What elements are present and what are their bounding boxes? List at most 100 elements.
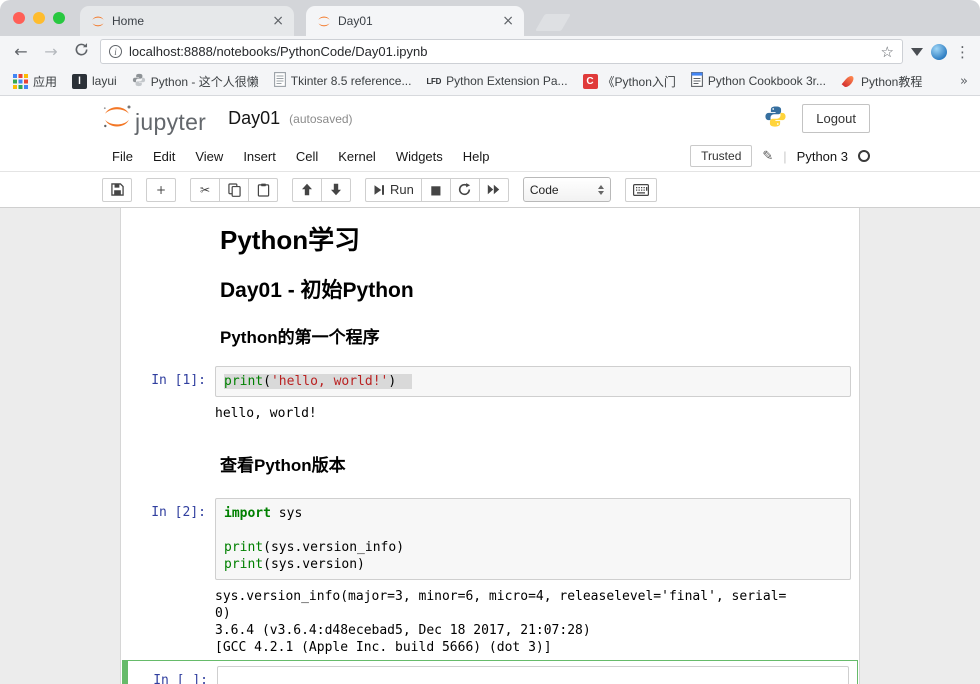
bookmark-tkinter[interactable]: Tkinter 8.5 reference... xyxy=(274,72,412,90)
code-token: ) xyxy=(388,374,396,389)
paste-cell-button[interactable] xyxy=(248,178,278,202)
menu-widgets[interactable]: Widgets xyxy=(386,144,453,169)
blank-code-line xyxy=(224,522,842,539)
keyboard-icon xyxy=(633,184,649,196)
forward-icon[interactable]: → xyxy=(40,44,62,60)
code-token: ( xyxy=(263,374,271,389)
bookmark-python-intro[interactable]: C 《Python入门 xyxy=(583,73,676,90)
save-button[interactable] xyxy=(102,178,132,202)
add-cell-button[interactable]: + xyxy=(146,178,176,202)
feather-icon xyxy=(842,74,856,88)
browser-menu-icon[interactable]: ⋮ xyxy=(955,43,970,61)
url-input[interactable]: i localhost:8888/notebooks/PythonCode/Da… xyxy=(100,39,903,64)
copy-cell-button[interactable] xyxy=(219,178,249,202)
tab-title: Day01 xyxy=(338,14,495,28)
copy-icon xyxy=(228,183,241,197)
bookmark-label: Python - 这个人很懒 xyxy=(151,73,259,90)
new-tab-button[interactable] xyxy=(535,14,571,31)
close-tab-icon[interactable]: × xyxy=(272,14,284,28)
bookmark-label: 应用 xyxy=(33,73,57,90)
run-label: Run xyxy=(390,182,414,197)
close-window-button[interactable] xyxy=(13,12,25,24)
menu-kernel[interactable]: Kernel xyxy=(328,144,386,169)
code-input[interactable] xyxy=(217,666,849,684)
cell-output: hello, world! xyxy=(215,397,851,422)
jupyter-logo[interactable]: jupyter xyxy=(102,103,206,135)
tab-title: Home xyxy=(112,14,265,28)
kernel-idle-icon xyxy=(858,150,870,162)
code-cell-2: In [2]: import sys print(sys.version_inf… xyxy=(121,498,859,656)
code-cell-3-selected[interactable]: In [ ]: xyxy=(122,660,858,684)
output-prompt xyxy=(121,580,215,587)
edit-mode-indicator-bar xyxy=(123,661,128,684)
notebook-toolbar: + ✂ Run ■ xyxy=(0,172,980,208)
bookmark-label: Python教程 xyxy=(861,73,922,90)
interrupt-kernel-button[interactable]: ■ xyxy=(421,178,451,202)
tab-home[interactable]: Home × xyxy=(80,6,294,36)
bookmark-python-blog[interactable]: Python - 这个人很懒 xyxy=(132,73,259,90)
page-info-icon[interactable]: i xyxy=(109,45,122,58)
bookmarks-overflow-icon[interactable]: » xyxy=(960,74,968,89)
close-tab-icon[interactable]: × xyxy=(502,14,514,28)
restart-run-all-button[interactable] xyxy=(479,178,509,202)
browser-extension-icon[interactable] xyxy=(931,44,947,60)
code-input[interactable]: print('hello, world!') xyxy=(215,366,851,397)
menu-edit[interactable]: Edit xyxy=(143,144,185,169)
python-gray-icon xyxy=(132,73,146,90)
bookmark-apps[interactable]: 应用 xyxy=(12,73,57,90)
menu-view[interactable]: View xyxy=(185,144,233,169)
tab-day01[interactable]: Day01 × xyxy=(306,6,524,36)
c-site-icon: C xyxy=(583,74,598,89)
separator: | xyxy=(783,149,786,164)
move-cell-up-button[interactable] xyxy=(292,178,322,202)
reload-icon[interactable] xyxy=(70,42,92,61)
output-text: sys.version_info(major=3, minor=6, micro… xyxy=(215,588,851,605)
markdown-cell: 查看Python版本 xyxy=(121,455,859,477)
bookmark-star-icon[interactable]: ☆ xyxy=(881,43,894,61)
restart-kernel-button[interactable] xyxy=(450,178,480,202)
download-extension-icon[interactable] xyxy=(911,48,923,56)
bookmark-layui[interactable]: l layui xyxy=(72,74,117,89)
command-palette-button[interactable] xyxy=(625,178,657,202)
menu-file[interactable]: File xyxy=(102,144,143,169)
book-icon xyxy=(691,72,703,90)
python-logo-icon xyxy=(764,105,787,133)
jupyter-header: jupyter Day01 (autosaved) Logout xyxy=(0,96,980,141)
input-prompt: In [ ]: xyxy=(123,666,217,684)
logout-button[interactable]: Logout xyxy=(802,104,870,133)
menu-cell[interactable]: Cell xyxy=(286,144,328,169)
step-forward-icon xyxy=(373,184,385,196)
edit-mode-pencil-icon: ✎ xyxy=(762,149,773,164)
run-cell-button[interactable]: Run xyxy=(365,178,422,202)
autosave-status: (autosaved) xyxy=(289,112,352,126)
notebook-menubar: File Edit View Insert Cell Kernel Widget… xyxy=(0,141,980,172)
bookmarks-bar: 应用 l layui Python - 这个人很懒 Tkinter 8.5 re… xyxy=(0,67,980,96)
zoom-window-button[interactable] xyxy=(53,12,65,24)
input-prompt: In [2]: xyxy=(121,498,215,520)
bookmark-cookbook[interactable]: Python Cookbook 3r... xyxy=(691,72,826,90)
jupyter-logo-icon xyxy=(102,103,132,135)
minimize-window-button[interactable] xyxy=(33,12,45,24)
cut-cell-button[interactable]: ✂ xyxy=(190,178,220,202)
back-icon[interactable]: ← xyxy=(10,44,32,60)
bookmark-lfd[interactable]: LFD Python Extension Pa... xyxy=(426,74,567,88)
code-input[interactable]: import sys print(sys.version_info) print… xyxy=(215,498,851,580)
notebook-title[interactable]: Day01 xyxy=(228,108,280,129)
code-token: print xyxy=(224,557,263,572)
menu-insert[interactable]: Insert xyxy=(233,144,286,169)
fast-forward-icon xyxy=(487,184,500,195)
menu-help[interactable]: Help xyxy=(453,144,500,169)
code-token: sys xyxy=(271,506,302,521)
markdown-cell: Python学习 Day01 - 初始Python Python的第一个程序 xyxy=(121,224,859,349)
output-text: 3.6.4 (v3.6.4:d48ecebad5, Dec 18 2017, 2… xyxy=(215,622,851,639)
code-token: (sys.version) xyxy=(263,557,365,572)
cell-type-select[interactable]: Code xyxy=(523,177,611,202)
paste-icon xyxy=(257,183,270,197)
bookmark-label: 《Python入门 xyxy=(603,73,676,90)
trusted-button[interactable]: Trusted xyxy=(690,145,752,167)
arrow-up-icon xyxy=(301,183,313,196)
heading-python-study: Python学习 xyxy=(220,224,851,256)
bookmark-python-tutorial[interactable]: Python教程 xyxy=(841,73,922,90)
move-cell-down-button[interactable] xyxy=(321,178,351,202)
code-token: print xyxy=(224,540,263,555)
